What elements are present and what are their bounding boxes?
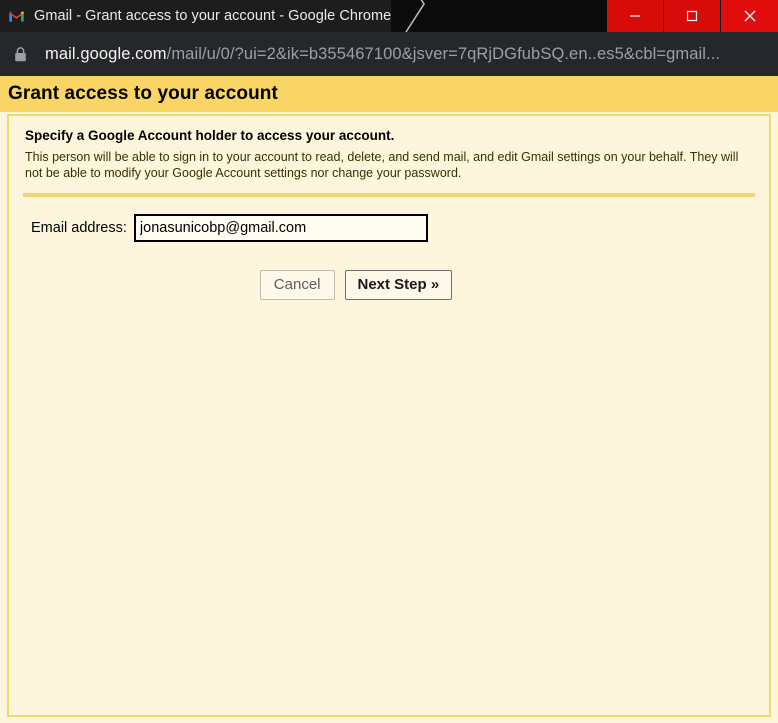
omnibox-url[interactable]: mail.google.com/mail/u/0/?ui=2&ik=b35546… [45,45,720,64]
intro-heading: Specify a Google Account holder to acces… [25,128,395,143]
page-title: Grant access to your account [8,83,278,104]
grant-access-panel: Specify a Google Account holder to acces… [7,114,771,717]
omnibox-url-path: /mail/u/0/?ui=2&ik=b355467100&jsver=7qRj… [166,44,721,63]
next-step-button[interactable]: Next Step » [344,270,453,300]
browser-title-bar: Gmail - Grant access to your account - G… [0,0,778,33]
omnibox-url-domain: mail.google.com [45,44,167,63]
minimize-button[interactable] [606,0,663,32]
gmail-m-icon [8,8,25,25]
email-address-input[interactable] [133,214,428,242]
intro-description: This person will be able to sign in to y… [25,150,739,180]
omnibox-bar[interactable]: mail.google.com/mail/u/0/?ui=2&ik=b35546… [0,32,778,76]
close-button[interactable] [720,0,778,32]
form-actions: Cancel Next Step » [9,270,769,300]
maximize-button[interactable] [663,0,720,32]
tab-edge-chevron-icon [404,0,448,33]
email-form-row: Email address: [9,214,769,242]
page-content: Grant access to your account Specify a G… [0,76,778,723]
email-address-label: Email address: [31,220,127,236]
cancel-button[interactable]: Cancel [259,270,335,300]
page-header-band: Grant access to your account [0,76,778,112]
lock-icon[interactable] [13,46,28,63]
window-controls [606,0,778,32]
section-divider [23,193,755,197]
browser-tab-title: Gmail - Grant access to your account - G… [34,8,392,24]
browser-tab-gmail[interactable]: Gmail - Grant access to your account - G… [0,0,392,32]
